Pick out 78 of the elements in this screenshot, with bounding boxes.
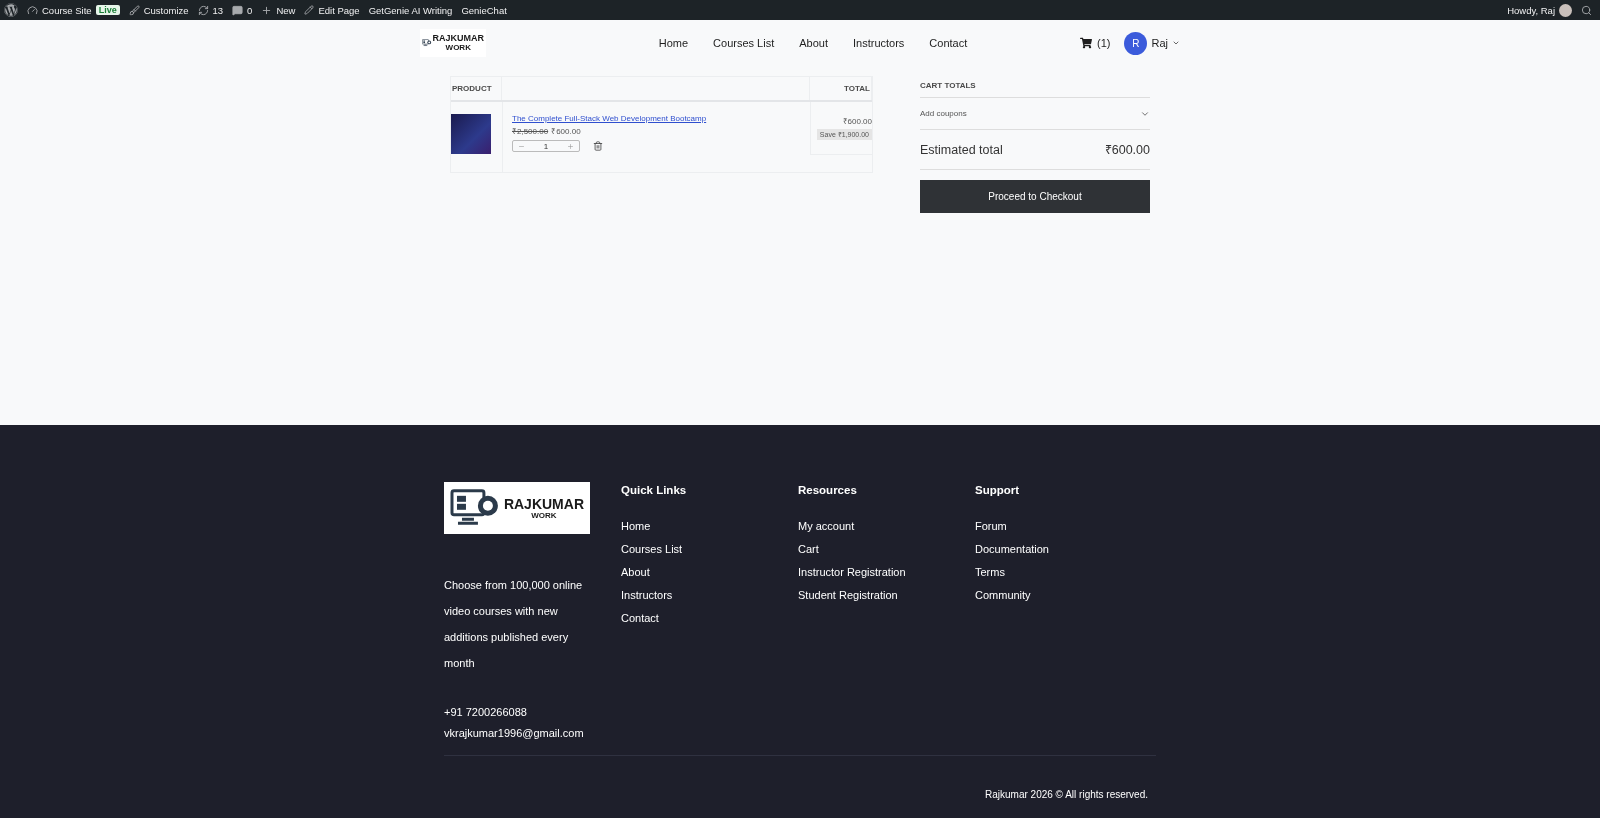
footer-link[interactable]: Community <box>975 584 1152 607</box>
live-badge: Live <box>95 5 120 15</box>
cart-totals-heading: CART TOTALS <box>920 76 1150 98</box>
quantity-stepper[interactable]: 1 <box>512 140 580 152</box>
admin-bar-item[interactable]: Edit Page <box>304 4 360 16</box>
footer-link[interactable]: Courses List <box>621 538 798 561</box>
footer-link[interactable]: Terms <box>975 561 1152 584</box>
footer-link[interactable]: Contact <box>621 607 798 630</box>
phone-number: +91 7200266088 <box>444 705 528 720</box>
nav-link[interactable]: Courses List <box>713 37 775 49</box>
footer-link[interactable]: Home <box>621 515 798 538</box>
nav-link[interactable]: About <box>799 37 828 49</box>
nav-link[interactable]: Instructors <box>853 37 905 49</box>
logo-title: RAJKUMAR <box>503 496 584 511</box>
logo-subtitle: WORK <box>531 511 557 520</box>
sale-price: ₹600.00 <box>551 126 581 136</box>
admin-bar-item[interactable]: New <box>261 4 296 16</box>
cart-icon[interactable] <box>1080 37 1092 49</box>
column-header: TOTAL <box>810 77 872 100</box>
estimated-total-label: Estimated total <box>920 142 1003 157</box>
course-thumbnail <box>451 114 491 154</box>
search-icon[interactable] <box>1581 4 1592 16</box>
user-name: Raj <box>1151 37 1168 49</box>
wordpress-icon[interactable] <box>4 3 18 17</box>
user-avatar: R <box>1124 31 1148 55</box>
nav-link[interactable]: Contact <box>929 37 968 49</box>
brush-icon <box>128 4 140 16</box>
admin-bar-label: Edit Page <box>318 4 360 16</box>
footer-link[interactable]: Forum <box>975 515 1152 538</box>
plus-icon <box>261 4 273 16</box>
footer-heading: Support <box>975 484 1021 496</box>
admin-bar-item[interactable]: GenieChat <box>461 4 507 16</box>
add-coupons-toggle[interactable]: Add coupons <box>920 98 1150 130</box>
greeting-text: Howdy, Raj <box>1507 4 1555 16</box>
admin-bar-item[interactable]: 13 <box>197 4 224 16</box>
avatar-circle <box>1559 3 1572 17</box>
product-link[interactable]: The Complete Full-Stack Web Development Bootcamp <box>512 114 810 123</box>
logo[interactable]: RAJKUMAR WORK <box>444 482 590 534</box>
admin-bar-label: Course Site <box>42 4 92 16</box>
footer-link[interactable]: Instructor Registration <box>798 561 975 584</box>
footer-link[interactable]: Student Registration <box>798 584 975 607</box>
trash-icon[interactable] <box>593 141 603 151</box>
footer-heading: Resources <box>798 484 858 496</box>
admin-bar-label: New <box>276 4 296 16</box>
footer-description: Choose from 100,000 online video courses with new additions published every month <box>444 578 584 671</box>
admin-bar-item[interactable]: GetGenie AI Writing <box>368 4 453 16</box>
quantity-input[interactable]: 1 <box>536 141 556 151</box>
account-menu[interactable]: Howdy, Raj <box>1507 3 1572 17</box>
admin-bar-label: 0 <box>247 4 253 16</box>
email-address: vkrajkumar1996@gmail.com <box>444 726 585 741</box>
comment-icon <box>232 4 244 16</box>
logo-title: RAJKUMAR <box>432 34 484 43</box>
copyright-text: Rajkumar 2026 © All rights reserved. <box>985 789 1148 800</box>
pencil-icon <box>304 5 315 15</box>
footer-link[interactable]: Cart <box>798 538 975 561</box>
footer-heading: Quick Links <box>621 484 688 496</box>
refresh-icon <box>197 4 209 16</box>
nav-link[interactable]: Home <box>658 37 689 49</box>
footer-link[interactable]: About <box>621 561 798 584</box>
admin-bar-item[interactable]: Course Site Live <box>27 4 120 16</box>
footer-link[interactable]: My account <box>798 515 975 538</box>
admin-bar-label: Customize <box>143 4 189 16</box>
checkout-button[interactable]: Proceed to Checkout <box>920 180 1150 213</box>
line-total: ₹600.00 <box>842 116 872 126</box>
admin-bar-item[interactable]: 0 <box>232 4 253 16</box>
footer-link[interactable]: Instructors <box>621 584 798 607</box>
logo[interactable]: RAJKUMAR WORK <box>420 29 486 57</box>
chevron-down-icon <box>1172 39 1180 47</box>
user-menu[interactable]: R Raj <box>1124 31 1180 55</box>
footer-link[interactable]: Documentation <box>975 538 1152 561</box>
gauge-icon <box>27 4 38 16</box>
admin-bar-item[interactable]: Customize <box>128 4 189 16</box>
admin-bar-label: 13 <box>212 4 224 16</box>
original-price: ₹2,500.00 <box>512 126 549 136</box>
logo-subtitle: WORK <box>445 44 471 52</box>
estimated-total-value: ₹600.00 <box>1104 142 1150 158</box>
cart-count[interactable]: (1) <box>1097 37 1111 49</box>
column-header: PRODUCT <box>451 77 502 100</box>
